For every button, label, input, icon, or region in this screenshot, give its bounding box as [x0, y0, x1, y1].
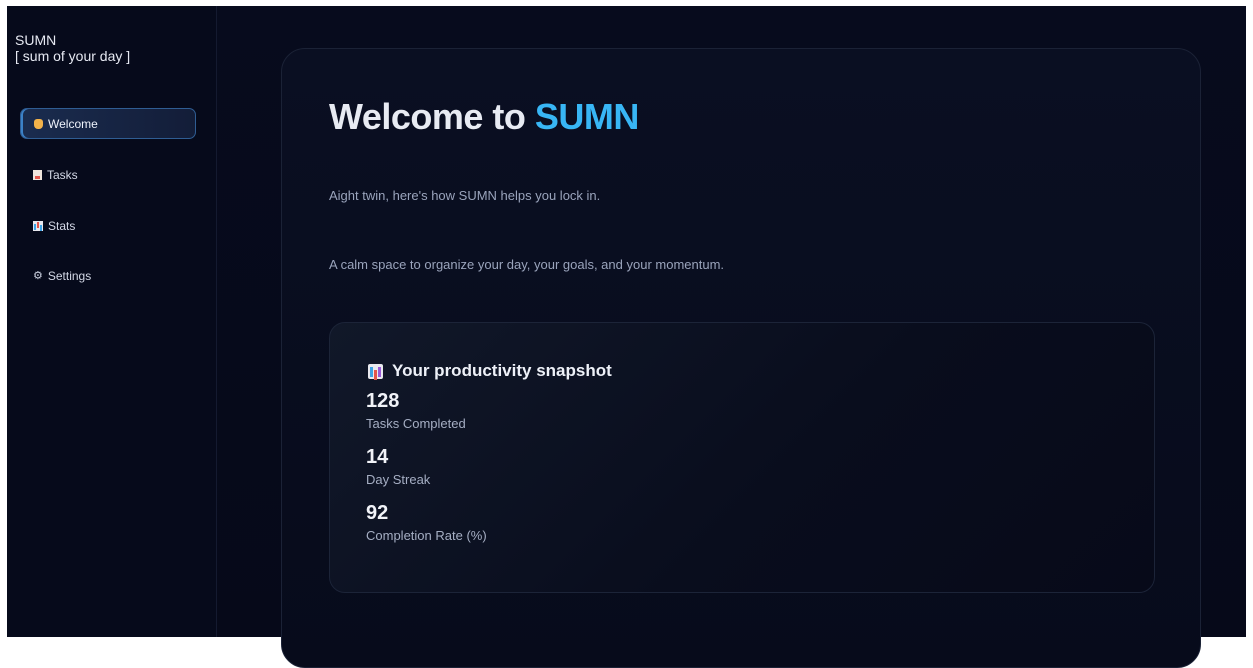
brand-title: SUMN: [15, 32, 57, 48]
sidebar-item-label: Welcome: [48, 116, 98, 131]
snapshot-title: Your productivity snapshot: [368, 361, 612, 381]
intro-text: Aight twin, here's how SUMN helps you lo…: [329, 188, 601, 203]
stat-value-day-streak: 14: [366, 446, 389, 468]
tagline-text: A calm space to organize your day, your …: [329, 257, 725, 272]
stat-label-day-streak: Day Streak: [366, 472, 431, 487]
sidebar-item-stats[interactable]: Stats: [20, 210, 196, 241]
page-title-accent: SUMN: [534, 96, 640, 137]
gear-icon: ⚙: [33, 269, 43, 282]
page-title: Welcome to SUMN: [329, 96, 639, 138]
waving-hand-icon: [34, 118, 43, 129]
sidebar-item-welcome[interactable]: Welcome: [20, 108, 196, 139]
brand-subtitle: [ sum of your day ]: [15, 48, 131, 64]
sidebar-item-label: Tasks: [47, 167, 78, 182]
sidebar-item-settings[interactable]: ⚙ Settings: [20, 260, 196, 291]
sidebar-item-label: Settings: [47, 268, 92, 283]
snapshot-title-text: Your productivity snapshot: [392, 361, 612, 380]
bar-chart-icon: [33, 220, 43, 231]
bar-chart-icon: [368, 363, 383, 379]
sidebar: SUMN [ sum of your day ]: [7, 6, 217, 637]
stat-value-tasks-completed: 128: [366, 390, 400, 412]
stat-label-completion-rate: Completion Rate (%): [366, 528, 487, 543]
sidebar-item-tasks[interactable]: Tasks: [20, 159, 196, 190]
page-title-prefix: Welcome to: [329, 96, 526, 137]
sidebar-item-label: Stats: [48, 218, 76, 233]
stat-label-tasks-completed: Tasks Completed: [366, 416, 466, 431]
memo-icon: [33, 169, 42, 180]
stat-value-completion-rate: 92: [366, 502, 389, 524]
